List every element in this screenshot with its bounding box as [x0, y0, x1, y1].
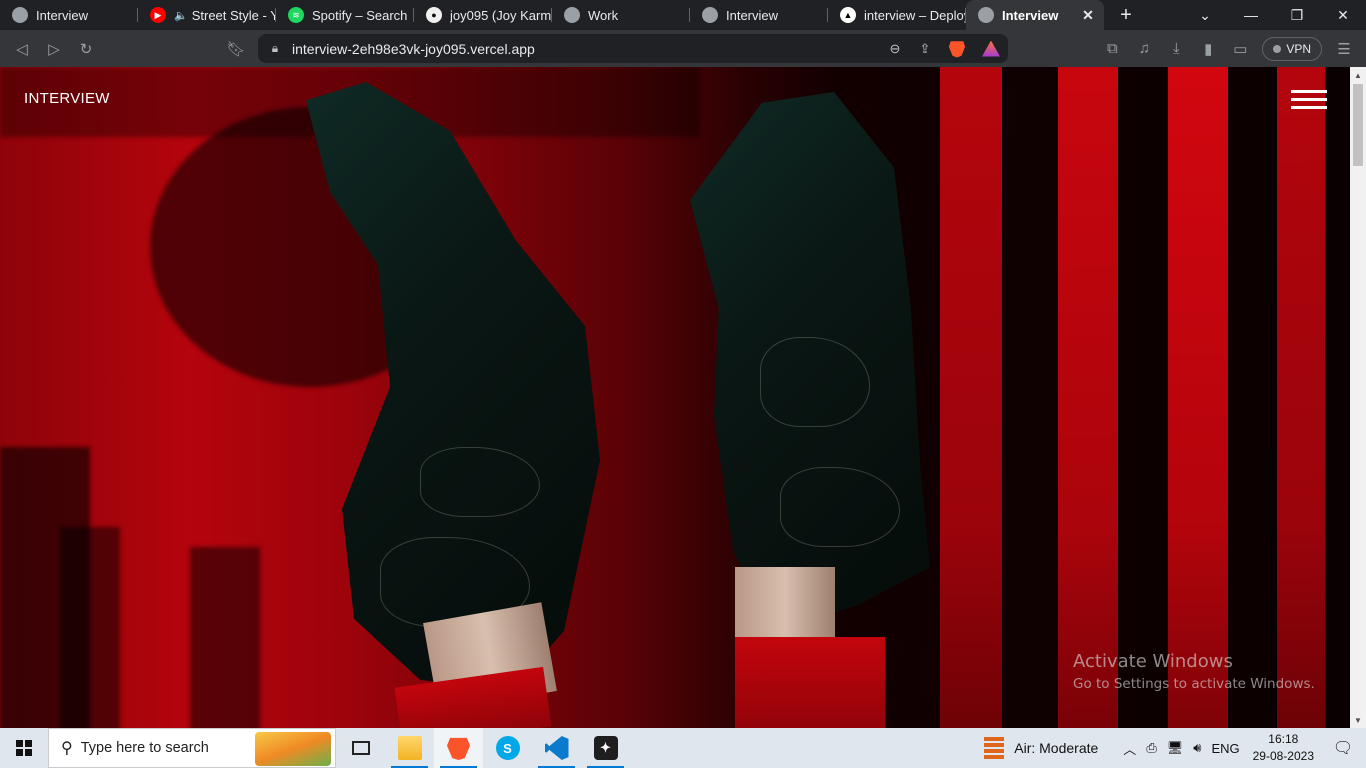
- tab-title: Interview: [1002, 7, 1059, 23]
- vpn-label: VPN: [1286, 41, 1311, 56]
- new-tab-button[interactable]: +: [1104, 0, 1148, 30]
- windows-icon: [16, 740, 32, 756]
- tab-title: Work: [588, 7, 619, 23]
- bookmark-icon[interactable]: 🔖︎: [220, 35, 252, 63]
- tab-title: Interview: [36, 7, 89, 23]
- meet-now-icon[interactable]: ⎙: [1146, 740, 1156, 756]
- network-icon[interactable]: 🖥︎: [1167, 740, 1184, 756]
- browser-tab[interactable]: ≋ Spotify – Search: [276, 0, 414, 30]
- tab-search-icon[interactable]: ⌄: [1182, 0, 1228, 30]
- globe-icon: [564, 7, 580, 23]
- volume-icon[interactable]: 🔊︎: [1193, 740, 1201, 756]
- task-view-button[interactable]: [336, 728, 385, 768]
- speaker-icon[interactable]: 🔈: [174, 9, 188, 22]
- vscode-icon: [544, 736, 569, 760]
- zoom-icon[interactable]: ⊖: [880, 41, 910, 57]
- page-viewport: INTERVIEW: [0, 67, 1350, 728]
- taskbar-app-vscode[interactable]: [532, 728, 581, 768]
- minimize-button[interactable]: —: [1228, 0, 1274, 30]
- media-icon[interactable]: ♫: [1128, 35, 1160, 63]
- taskbar-app-figma[interactable]: ✦: [581, 728, 630, 768]
- taskbar-app-skype[interactable]: S: [483, 728, 532, 768]
- language-indicator[interactable]: ENG: [1211, 741, 1239, 756]
- site-logo[interactable]: INTERVIEW: [24, 90, 110, 107]
- scroll-down-icon[interactable]: ▼: [1350, 712, 1366, 728]
- file-explorer-icon: [397, 736, 422, 760]
- vercel-icon: ▲: [840, 7, 856, 23]
- search-placeholder: Type here to search: [80, 740, 209, 756]
- page-scrollbar[interactable]: ▲ ▼: [1350, 67, 1366, 728]
- download-icon[interactable]: ⤓: [1160, 35, 1192, 63]
- taskbar-search[interactable]: ⚲ Type here to search: [48, 728, 336, 768]
- globe-icon: [702, 7, 718, 23]
- share-icon[interactable]: ⇪: [910, 41, 940, 57]
- skype-icon: S: [495, 736, 520, 760]
- close-tab-icon[interactable]: ✕: [1078, 7, 1098, 24]
- window-close-button[interactable]: ✕: [1320, 0, 1366, 30]
- tab-strip: Interview ▶ 🔈 Street Style - Yo ≋ Spotif…: [0, 0, 1366, 30]
- tab-title: Spotify – Search: [312, 7, 408, 23]
- globe-icon: [12, 7, 28, 23]
- weather-widget[interactable]: Air: Moderate: [984, 737, 1098, 759]
- browser-tab[interactable]: Work: [552, 0, 690, 30]
- start-button[interactable]: [0, 728, 48, 768]
- tab-title: joy095 (Joy Karmak: [450, 7, 552, 23]
- search-highlight-icon[interactable]: [255, 732, 331, 766]
- air-quality-icon: [984, 737, 1005, 759]
- browser-tab[interactable]: ▶ 🔈 Street Style - Yo: [138, 0, 276, 30]
- search-icon: ⚲: [61, 740, 73, 757]
- tab-title: Interview: [726, 7, 779, 23]
- watermark-title: Activate Windows: [1073, 651, 1233, 672]
- forward-icon[interactable]: ▷: [38, 35, 70, 63]
- menu-icon[interactable]: ☰: [1328, 35, 1360, 63]
- browser-tab[interactable]: ● joy095 (Joy Karmak: [414, 0, 552, 30]
- taskbar-app-explorer[interactable]: [385, 728, 434, 768]
- hero-image: [0, 67, 1350, 728]
- clock-time: 16:18: [1268, 732, 1299, 746]
- weather-text: Air: Moderate: [1014, 740, 1099, 756]
- browser-tab[interactable]: ▲ interview – Deploy: [828, 0, 966, 30]
- windows-taskbar: ⚲ Type here to search S ✦ Air: Moderate …: [0, 728, 1366, 768]
- url-text[interactable]: interview-2eh98e3vk-joy095.vercel.app: [292, 41, 880, 57]
- wallet-icon[interactable]: ▭: [1224, 35, 1256, 63]
- brave-shields-icon[interactable]: [948, 41, 966, 58]
- spotify-icon: ≋: [288, 7, 304, 23]
- extensions-icon[interactable]: ⧉: [1096, 35, 1128, 63]
- taskbar-app-brave[interactable]: [434, 728, 483, 768]
- activate-windows-watermark: Activate Windows Go to Settings to activ…: [1073, 651, 1315, 692]
- browser-tab[interactable]: Interview: [690, 0, 828, 30]
- browser-tab-active[interactable]: Interview ✕: [966, 0, 1104, 30]
- scroll-thumb[interactable]: [1353, 84, 1363, 166]
- github-icon: ●: [426, 7, 442, 23]
- clock[interactable]: 16:18 29-08-2023: [1253, 731, 1314, 765]
- tab-title: Street Style - Yo: [191, 7, 276, 23]
- vpn-button[interactable]: VPN: [1262, 36, 1322, 61]
- browser-tab[interactable]: Interview: [0, 0, 138, 30]
- task-view-icon: [351, 741, 370, 755]
- youtube-icon: ▶: [150, 7, 166, 23]
- sidebar-icon[interactable]: ▮: [1192, 35, 1224, 63]
- vpn-status-icon: [1273, 44, 1282, 53]
- system-tray: Air: Moderate ︿ ⎙ 🖥︎ 🔊︎ ENG 16:18 29-08-…: [984, 728, 1366, 768]
- brave-rewards-icon[interactable]: [982, 40, 1000, 57]
- restore-button[interactable]: ❐: [1274, 0, 1320, 30]
- clock-date: 29-08-2023: [1252, 749, 1314, 763]
- browser-toolbar: ◁ ▷ ↻ 🔖︎ 🔒︎ interview-2eh98e3vk-joy095.v…: [0, 30, 1366, 67]
- globe-icon: [978, 7, 994, 23]
- watermark-subtitle: Go to Settings to activate Windows.: [1073, 676, 1315, 692]
- notification-icon[interactable]: 🗨︎: [1328, 738, 1358, 758]
- tab-title: interview – Deploy: [864, 7, 966, 23]
- hamburger-icon[interactable]: [1291, 90, 1327, 110]
- back-icon[interactable]: ◁: [6, 35, 38, 63]
- figma-icon: ✦: [593, 736, 618, 760]
- lock-icon[interactable]: 🔒︎: [258, 41, 292, 56]
- scroll-up-icon[interactable]: ▲: [1350, 67, 1366, 83]
- chevron-up-icon[interactable]: ︿: [1123, 739, 1136, 758]
- reload-icon[interactable]: ↻: [70, 35, 102, 63]
- address-bar[interactable]: 🔒︎ interview-2eh98e3vk-joy095.vercel.app…: [258, 34, 1008, 63]
- toolbar-right: ⧉ ♫ ⤓ ▮ ▭ VPN ☰: [1096, 34, 1366, 63]
- brave-icon: [446, 737, 471, 760]
